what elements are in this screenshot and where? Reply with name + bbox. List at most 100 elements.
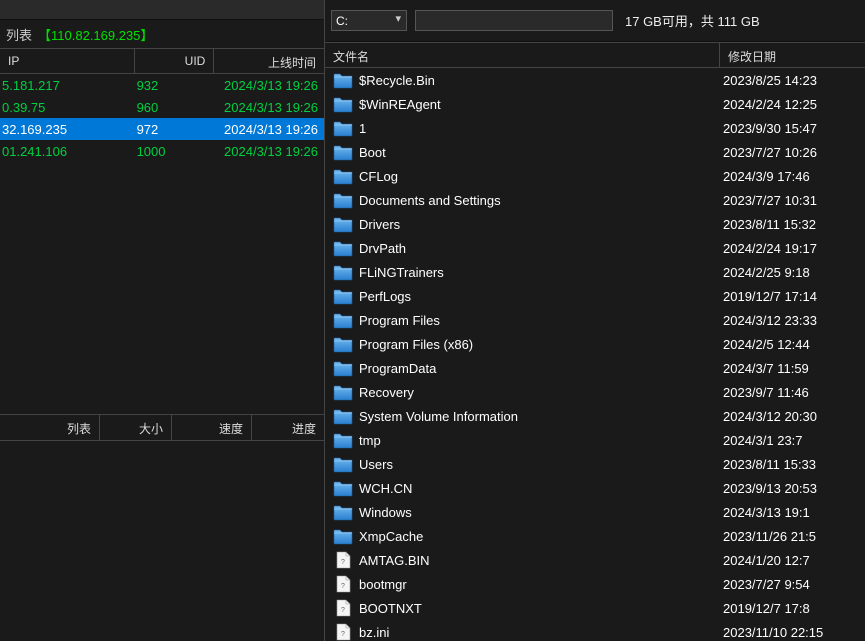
host-row[interactable]: 01.241.10610002024/3/13 19:26 xyxy=(0,140,324,162)
folder-icon xyxy=(333,287,353,305)
file-row[interactable]: FLiNGTrainers2024/2/25 9:18 xyxy=(325,260,865,284)
file-name: Drivers xyxy=(359,217,719,232)
path-input[interactable] xyxy=(415,10,613,31)
file-date: 2024/3/7 11:59 xyxy=(719,361,861,376)
file-date: 2023/8/11 15:33 xyxy=(719,457,861,472)
host-row[interactable]: 5.181.2179322024/3/13 19:26 xyxy=(0,74,324,96)
file-name: BOOTNXT xyxy=(359,601,719,616)
file-row[interactable]: BOOTNXT2019/12/7 17:8 xyxy=(325,596,865,620)
file-header-name[interactable]: 文件名 xyxy=(325,43,720,67)
file-date: 2019/12/7 17:14 xyxy=(719,289,861,304)
file-row[interactable]: WCH.CN2023/9/13 20:53 xyxy=(325,476,865,500)
host-time: 2024/3/13 19:26 xyxy=(214,98,324,117)
file-row[interactable]: PerfLogs2019/12/7 17:14 xyxy=(325,284,865,308)
folder-icon xyxy=(333,407,353,425)
host-row[interactable]: 32.169.2359722024/3/13 19:26 xyxy=(0,118,324,140)
file-date: 2023/9/30 15:47 xyxy=(719,121,861,136)
file-date: 2024/3/12 20:30 xyxy=(719,409,861,424)
file-name: PerfLogs xyxy=(359,289,719,304)
host-uid: 960 xyxy=(135,98,215,117)
file-row[interactable]: DrvPath2024/2/24 19:17 xyxy=(325,236,865,260)
file-name: Program Files xyxy=(359,313,719,328)
file-date: 2023/8/25 14:23 xyxy=(719,73,861,88)
folder-icon xyxy=(333,167,353,185)
file-row[interactable]: Drivers2023/8/11 15:32 xyxy=(325,212,865,236)
file-row[interactable]: XmpCache2023/11/26 21:5 xyxy=(325,524,865,548)
file-icon xyxy=(333,599,353,617)
file-row[interactable]: CFLog2024/3/9 17:46 xyxy=(325,164,865,188)
task-header-progress[interactable]: 进度 xyxy=(252,415,324,440)
task-header-size[interactable]: 大小 xyxy=(100,415,172,440)
host-header-ip[interactable]: IP xyxy=(0,49,135,73)
current-ip-bracket: 【110.82.169.235】 xyxy=(38,25,153,44)
host-ip: 5.181.217 xyxy=(0,76,135,95)
host-header-time[interactable]: 上线时间 xyxy=(214,49,324,73)
file-row[interactable]: Users2023/8/11 15:33 xyxy=(325,452,865,476)
file-name: $WinREAgent xyxy=(359,97,719,112)
file-date: 2024/3/13 19:1 xyxy=(719,505,861,520)
host-uid: 1000 xyxy=(135,142,215,161)
file-row[interactable]: $WinREAgent2024/2/24 12:25 xyxy=(325,92,865,116)
file-name: CFLog xyxy=(359,169,719,184)
task-header-speed[interactable]: 速度 xyxy=(172,415,252,440)
folder-icon xyxy=(333,335,353,353)
file-name: $Recycle.Bin xyxy=(359,73,719,88)
file-row[interactable]: AMTAG.BIN2024/1/20 12:7 xyxy=(325,548,865,572)
file-name: Program Files (x86) xyxy=(359,337,719,352)
file-name: FLiNGTrainers xyxy=(359,265,719,280)
file-date: 2024/2/24 19:17 xyxy=(719,241,861,256)
file-date: 2023/11/26 21:5 xyxy=(719,529,861,544)
file-name: Documents and Settings xyxy=(359,193,719,208)
file-name: AMTAG.BIN xyxy=(359,553,719,568)
folder-icon xyxy=(333,95,353,113)
folder-icon xyxy=(333,239,353,257)
folder-icon xyxy=(333,311,353,329)
file-row[interactable]: System Volume Information2024/3/12 20:30 xyxy=(325,404,865,428)
host-time: 2024/3/13 19:26 xyxy=(214,76,324,95)
file-date: 2023/9/13 20:53 xyxy=(719,481,861,496)
task-list-empty xyxy=(0,441,324,641)
file-icon xyxy=(333,575,353,593)
file-name: bootmgr xyxy=(359,577,719,592)
list-label: 列表 xyxy=(6,25,32,44)
file-date: 2024/3/9 17:46 xyxy=(719,169,861,184)
file-date: 2024/3/12 23:33 xyxy=(719,313,861,328)
host-time: 2024/3/13 19:26 xyxy=(214,120,324,139)
file-row[interactable]: $Recycle.Bin2023/8/25 14:23 xyxy=(325,68,865,92)
file-date: 2024/2/25 9:18 xyxy=(719,265,861,280)
host-header-uid[interactable]: UID xyxy=(135,49,215,73)
host-row[interactable]: 0.39.759602024/3/13 19:26 xyxy=(0,96,324,118)
folder-icon xyxy=(333,119,353,137)
file-date: 2024/3/1 23:7 xyxy=(719,433,861,448)
drive-select[interactable]: C: xyxy=(331,10,407,31)
folder-icon xyxy=(333,431,353,449)
file-name: Windows xyxy=(359,505,719,520)
file-date: 2024/2/5 12:44 xyxy=(719,337,861,352)
file-icon xyxy=(333,551,353,569)
file-row[interactable]: bz.ini2023/11/10 22:15 xyxy=(325,620,865,641)
file-list: $Recycle.Bin2023/8/25 14:23$WinREAgent20… xyxy=(325,68,865,641)
folder-icon xyxy=(333,455,353,473)
file-name: XmpCache xyxy=(359,529,719,544)
file-row[interactable]: Recovery2023/9/7 11:46 xyxy=(325,380,865,404)
host-ip: 01.241.106 xyxy=(0,142,135,161)
file-row[interactable]: Documents and Settings2023/7/27 10:31 xyxy=(325,188,865,212)
file-row[interactable]: Windows2024/3/13 19:1 xyxy=(325,500,865,524)
file-row[interactable]: Program Files (x86)2024/2/5 12:44 xyxy=(325,332,865,356)
host-list-title: 列表 【110.82.169.235】 xyxy=(0,20,324,48)
file-row[interactable]: Boot2023/7/27 10:26 xyxy=(325,140,865,164)
file-row[interactable]: tmp2024/3/1 23:7 xyxy=(325,428,865,452)
file-row[interactable]: ProgramData2024/3/7 11:59 xyxy=(325,356,865,380)
file-header-date[interactable]: 修改日期 xyxy=(720,43,865,67)
file-name: Boot xyxy=(359,145,719,160)
file-row[interactable]: bootmgr2023/7/27 9:54 xyxy=(325,572,865,596)
host-ip: 32.169.235 xyxy=(0,120,135,139)
file-date: 2023/11/10 22:15 xyxy=(719,625,861,640)
folder-icon xyxy=(333,71,353,89)
file-row[interactable]: 12023/9/30 15:47 xyxy=(325,116,865,140)
file-header-row: 文件名 修改日期 xyxy=(325,42,865,68)
folder-icon xyxy=(333,215,353,233)
file-row[interactable]: Program Files2024/3/12 23:33 xyxy=(325,308,865,332)
task-header-name[interactable]: 列表 xyxy=(0,415,100,440)
file-date: 2023/9/7 11:46 xyxy=(719,385,861,400)
